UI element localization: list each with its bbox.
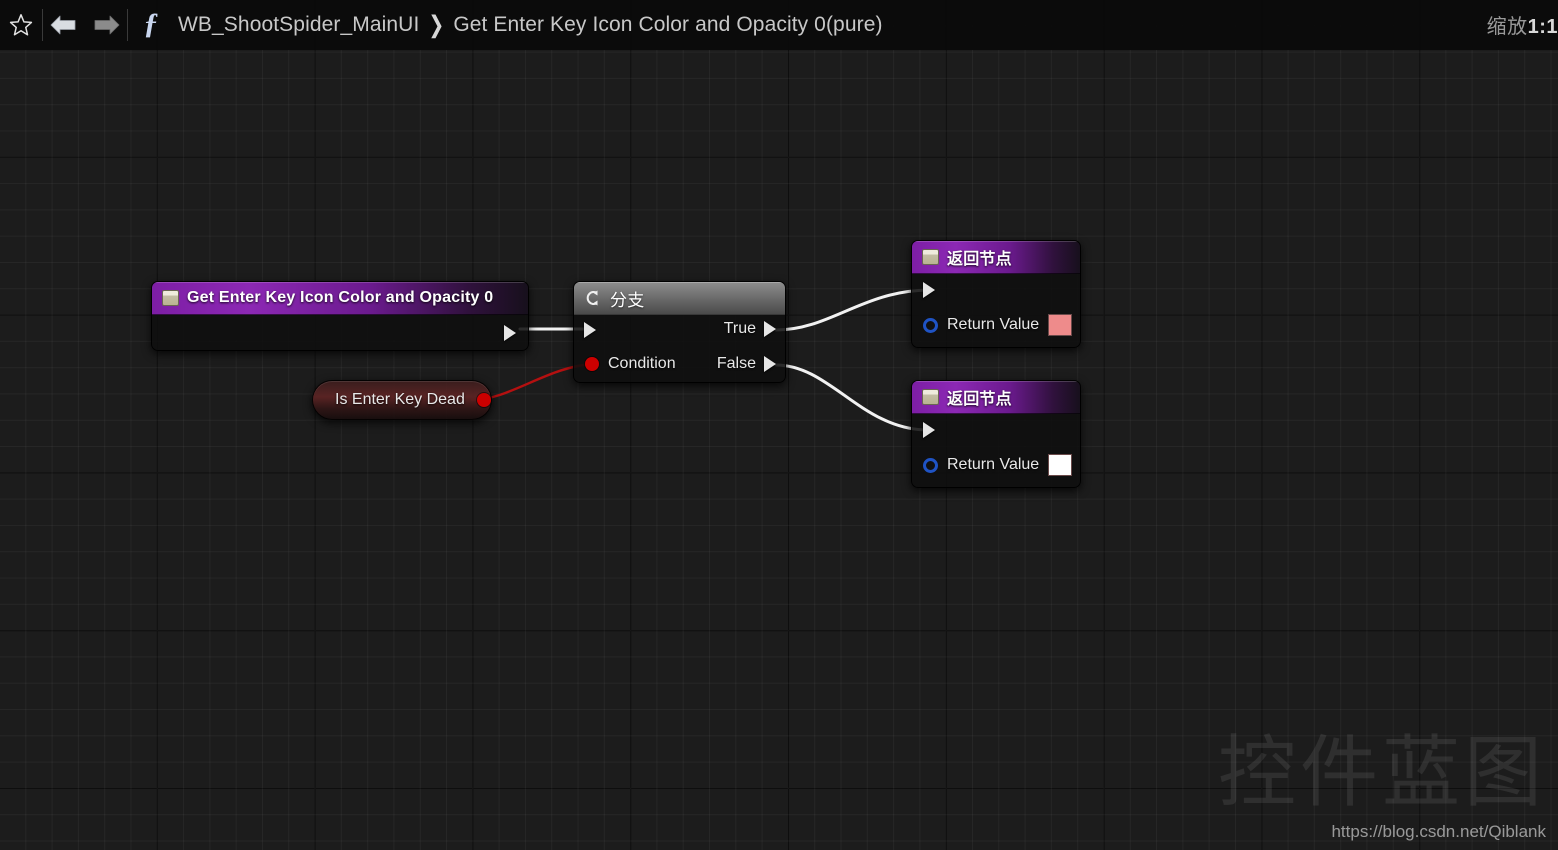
true-exec-out-pin[interactable]	[764, 321, 776, 337]
breadcrumb-current[interactable]: Get Enter Key Icon Color and Opacity 0(p…	[453, 13, 882, 37]
false-pin-row: False	[717, 355, 776, 373]
function-result-node-true[interactable]: 返回节点 Return Value	[911, 240, 1081, 348]
node-body: Return Value	[912, 274, 1080, 347]
function-result-icon	[922, 389, 939, 405]
zoom-prefix-label: 缩放	[1486, 16, 1528, 38]
node-title-bar: 返回节点	[912, 381, 1080, 414]
node-title-bar: Get Enter Key Icon Color and Opacity 0	[152, 282, 528, 315]
zoom-level-indicator: 缩放1:1	[1487, 10, 1558, 39]
condition-pin-label: Condition	[608, 355, 676, 372]
node-title-label: 返回节点	[947, 391, 1012, 408]
node-title-label: 返回节点	[947, 251, 1012, 268]
breadcrumb-separator-icon: ❯	[428, 11, 445, 39]
node-title-label: 分支	[610, 290, 645, 310]
node-title-bar: 分支	[574, 282, 785, 315]
function-entry-icon	[162, 290, 179, 306]
back-arrow-icon	[50, 15, 76, 35]
forward-button[interactable]	[85, 4, 127, 46]
exec-in-pin[interactable]	[584, 322, 596, 338]
top-toolbar: ƒ WB_ShootSpider_MainUI ❯ Get Enter Key …	[0, 0, 1558, 50]
function-result-node-false[interactable]: 返回节点 Return Value	[911, 380, 1081, 488]
variable-label: Is Enter Key Dead	[335, 391, 465, 408]
true-pin-row: True	[724, 320, 776, 338]
function-result-icon	[922, 249, 939, 265]
exec-in-pin[interactable]	[923, 422, 935, 438]
return-value-pin[interactable]	[923, 317, 938, 333]
return-value-pin[interactable]	[923, 457, 938, 473]
star-icon	[9, 14, 33, 36]
return-value-label: Return Value	[947, 456, 1040, 473]
variable-getter-is-enter-key-dead[interactable]: Is Enter Key Dead	[312, 380, 492, 420]
node-body: True Condition False	[574, 315, 785, 382]
return-value-row: Return Value	[923, 314, 1073, 336]
fx-icon: ƒ	[143, 7, 159, 40]
zoom-value-label: 1:1	[1527, 16, 1558, 38]
branch-node[interactable]: 分支 True Condition False	[573, 281, 786, 383]
condition-in-pin[interactable]	[585, 357, 599, 371]
node-body	[152, 315, 528, 350]
node-title-label: Get Enter Key Icon Color and Opacity 0	[187, 289, 494, 306]
branch-icon	[584, 289, 602, 307]
false-exec-out-pin[interactable]	[764, 356, 776, 372]
color-swatch[interactable]	[1048, 314, 1073, 336]
forward-arrow-icon	[94, 15, 120, 35]
condition-pin-row: Condition	[585, 355, 676, 373]
bookmark-button[interactable]	[0, 4, 42, 46]
true-pin-label: True	[723, 320, 756, 337]
node-body: Return Value	[912, 414, 1080, 487]
watermark-text: 控件蓝图	[1217, 728, 1546, 818]
breadcrumb: WB_ShootSpider_MainUI ❯ Get Enter Key Ic…	[178, 11, 883, 39]
breadcrumb-root[interactable]: WB_ShootSpider_MainUI	[178, 13, 419, 37]
watermark-url: https://blog.csdn.net/Qiblank	[1331, 822, 1546, 841]
return-value-row: Return Value	[923, 454, 1073, 476]
color-swatch[interactable]	[1048, 454, 1073, 476]
exec-in-pin[interactable]	[923, 282, 935, 298]
bool-output-pin[interactable]	[476, 393, 491, 407]
false-pin-label: False	[716, 355, 756, 372]
back-button[interactable]	[43, 4, 85, 46]
return-value-label: Return Value	[947, 316, 1040, 333]
function-entry-node[interactable]: Get Enter Key Icon Color and Opacity 0	[151, 281, 529, 351]
exec-out-pin[interactable]	[504, 325, 516, 341]
blueprint-graph-canvas[interactable]	[0, 0, 1558, 850]
blueprint-editor: 控件蓝图 https://blog.csdn.net/Qiblank Get E…	[0, 0, 1558, 850]
node-title-bar: 返回节点	[912, 241, 1080, 274]
